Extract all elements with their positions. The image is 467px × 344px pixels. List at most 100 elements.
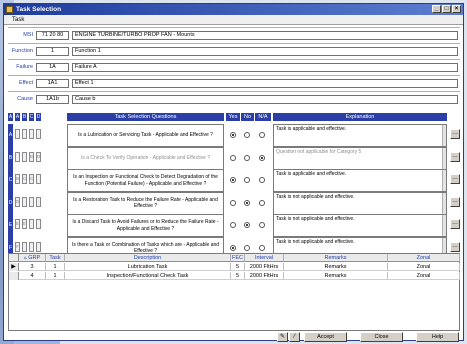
answer-na-radio[interactable] bbox=[259, 132, 265, 138]
msi-code-field[interactable]: 71 20 80 bbox=[36, 31, 69, 40]
explanation-scrollbar[interactable] bbox=[442, 170, 446, 191]
answer-yes-radio[interactable] bbox=[230, 132, 236, 138]
interval-column-header[interactable]: Interval bbox=[245, 254, 284, 262]
task-zonal-cell[interactable]: Zonal bbox=[388, 263, 460, 271]
more-options-button[interactable]: … bbox=[450, 219, 460, 229]
explanation-field[interactable]: Task is not applicable and effective. bbox=[273, 191, 447, 215]
zonal-column-header[interactable]: Zonal bbox=[388, 254, 460, 262]
msi-text-field[interactable]: ENGINE TURBINE/TURBO PROP FAN - Mounts bbox=[72, 31, 458, 40]
category-check-cell[interactable]: D bbox=[15, 196, 20, 207]
category-check-cell[interactable]: C bbox=[22, 174, 27, 184]
category-check-cell[interactable] bbox=[15, 151, 20, 162]
category-check-cell[interactable] bbox=[22, 151, 27, 162]
answer-no-radio[interactable] bbox=[244, 132, 250, 138]
answer-na-radio[interactable] bbox=[259, 199, 265, 206]
answer-no-radio[interactable] bbox=[244, 199, 250, 206]
category-check-cell[interactable] bbox=[29, 196, 34, 207]
menu-task[interactable]: Task bbox=[12, 17, 24, 23]
explanation-field[interactable]: Task is not applicable and effective. bbox=[273, 214, 447, 237]
effect-text-field[interactable]: Effect 1 bbox=[72, 79, 458, 88]
answer-yes-radio[interactable] bbox=[230, 177, 236, 183]
minimize-button[interactable]: _ bbox=[432, 5, 441, 13]
answer-yes-radio[interactable] bbox=[230, 244, 236, 251]
task-grp-cell[interactable]: 3 bbox=[19, 263, 46, 271]
failure-code-field[interactable]: 1A bbox=[36, 63, 69, 72]
category-check-cell[interactable]: E bbox=[15, 219, 20, 229]
task-task-cell[interactable]: 1 bbox=[46, 263, 65, 271]
explanation-scrollbar[interactable] bbox=[442, 192, 446, 214]
category-check-cell[interactable]: B bbox=[29, 151, 34, 162]
cause-code-field[interactable]: 1A1b bbox=[36, 95, 69, 104]
category-check-cell[interactable] bbox=[15, 129, 20, 139]
category-check-cell[interactable]: D bbox=[36, 151, 41, 162]
more-options-button[interactable]: … bbox=[450, 196, 460, 207]
category-check-cell[interactable]: C bbox=[29, 174, 34, 184]
note-pad-icon[interactable]: ✎ bbox=[277, 332, 288, 342]
answer-no-radio[interactable] bbox=[244, 244, 250, 251]
more-options-button[interactable]: … bbox=[450, 241, 460, 252]
task-fec-cell[interactable]: 5 bbox=[231, 263, 245, 271]
answer-no-radio[interactable] bbox=[244, 154, 250, 161]
task-task-cell[interactable]: 1 bbox=[46, 272, 65, 280]
category-check-cell[interactable] bbox=[29, 241, 34, 252]
explanation-scrollbar[interactable] bbox=[442, 147, 446, 169]
category-check-cell[interactable]: F bbox=[15, 241, 20, 252]
more-options-button[interactable]: … bbox=[450, 174, 460, 184]
explanation-field[interactable]: Task is applicable and effective. bbox=[273, 169, 447, 192]
task-remarks-cell[interactable]: Remarks bbox=[284, 272, 388, 280]
category-check-cell[interactable] bbox=[22, 241, 27, 252]
row-selector[interactable] bbox=[9, 272, 19, 280]
task-remarks-cell[interactable]: Remarks bbox=[284, 263, 388, 271]
category-check-cell[interactable] bbox=[36, 174, 41, 184]
explanation-scrollbar[interactable] bbox=[442, 215, 446, 236]
effect-code-field[interactable]: 1A1 bbox=[36, 79, 69, 88]
failure-text-field[interactable]: Failure A bbox=[72, 63, 458, 72]
function-text-field[interactable]: Function 1 bbox=[72, 47, 458, 56]
answer-yes-radio[interactable] bbox=[230, 222, 236, 228]
answer-na-radio[interactable] bbox=[259, 154, 265, 161]
fec-column-header[interactable]: FEC bbox=[231, 254, 245, 262]
answer-na-radio[interactable] bbox=[259, 177, 265, 183]
cause-text-field[interactable]: Cause b bbox=[72, 95, 458, 104]
remarks-column-header[interactable]: Remarks bbox=[284, 254, 388, 262]
category-check-cell[interactable] bbox=[36, 129, 41, 139]
answer-yes-radio[interactable] bbox=[230, 199, 236, 206]
grp-column-header[interactable]: ▵ GRP bbox=[19, 254, 46, 262]
answer-na-radio[interactable] bbox=[259, 244, 265, 251]
category-check-cell[interactable] bbox=[29, 219, 34, 229]
row-selector[interactable]: ▶ bbox=[9, 263, 19, 271]
explanation-field[interactable]: Question not applicable for Category 5 bbox=[273, 146, 447, 170]
category-check-cell[interactable] bbox=[22, 129, 27, 139]
more-options-button[interactable]: … bbox=[450, 129, 460, 139]
explanation-scrollbar[interactable] bbox=[442, 125, 446, 146]
task-description-cell[interactable]: Lubrication Task bbox=[65, 263, 231, 271]
task-interval-cell[interactable]: 2000 FltHrs bbox=[245, 263, 284, 271]
task-interval-cell[interactable]: 2000 FltHrs bbox=[245, 272, 284, 280]
close-button[interactable]: Close bbox=[360, 332, 403, 342]
category-check-cell[interactable] bbox=[29, 129, 34, 139]
task-column-header[interactable]: Task bbox=[46, 254, 65, 262]
close-window-button[interactable]: × bbox=[452, 5, 461, 13]
description-column-header[interactable]: Description bbox=[65, 254, 231, 262]
maximize-button[interactable]: □ bbox=[442, 5, 451, 13]
function-code-field[interactable]: 1 bbox=[36, 47, 69, 56]
category-check-cell[interactable] bbox=[36, 196, 41, 207]
task-zonal-cell[interactable]: Zonal bbox=[388, 272, 460, 280]
answer-no-radio[interactable] bbox=[244, 177, 250, 183]
category-check-cell[interactable] bbox=[36, 241, 41, 252]
category-check-cell[interactable]: E bbox=[22, 219, 27, 229]
category-check-cell[interactable] bbox=[36, 219, 41, 229]
task-grp-cell[interactable]: 4 bbox=[19, 272, 46, 280]
accept-button[interactable]: Accept bbox=[304, 332, 347, 342]
explanation-field[interactable]: Task is applicable and effective. bbox=[273, 124, 447, 147]
answer-yes-radio[interactable] bbox=[230, 154, 236, 161]
answer-no-radio[interactable] bbox=[244, 222, 250, 228]
more-options-button[interactable]: … bbox=[450, 151, 460, 162]
category-check-cell[interactable]: B bbox=[15, 174, 20, 184]
task-description-cell[interactable]: Inspection/Functional Check Task bbox=[65, 272, 231, 280]
category-check-cell[interactable] bbox=[22, 196, 27, 207]
help-button[interactable]: Help bbox=[416, 332, 459, 342]
answer-na-radio[interactable] bbox=[259, 222, 265, 228]
pencil-icon[interactable]: ⁄ bbox=[289, 332, 300, 342]
task-fec-cell[interactable]: 5 bbox=[231, 272, 245, 280]
